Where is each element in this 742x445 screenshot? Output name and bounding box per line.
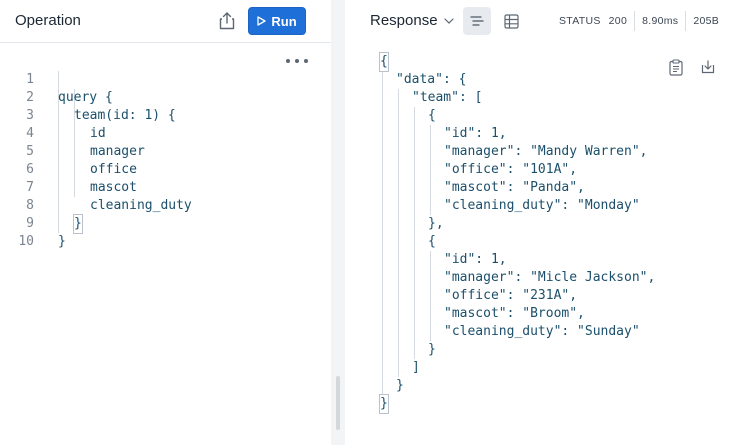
table-view-button[interactable] [497,7,525,35]
code-line: 8 } [0,179,331,234]
indent-guide [430,125,431,215]
code-line: 1 query { [0,53,331,105]
code-line: 10 [0,215,331,249]
share-button[interactable] [216,10,238,32]
status-code: 200 [608,15,628,27]
json-line: "office": "101A", [444,162,578,177]
json-line: "manager": "Mandy Warren", [444,144,648,159]
indent-guide [414,107,415,359]
code-line: 4 manager [0,107,331,159]
json-line: "team": [ [412,90,483,105]
json-line: "mascot": "Broom", [444,306,585,321]
table-icon [503,13,519,29]
run-button-label: Run [271,13,297,29]
response-time: 8.90ms [642,15,679,27]
response-pane: Response STATUS 200 8.90ms 205B {"data"… [345,0,742,445]
indent-guide [398,89,399,377]
operation-pane: Operation Run 1 query { 2 team(id: 1) {… [0,0,331,445]
download-button[interactable] [699,58,717,76]
json-line: { [379,52,389,72]
json-line: } [428,342,436,357]
text-align-icon [470,16,484,26]
json-line: "cleaning_duty": "Sunday" [444,324,640,339]
run-button[interactable]: Run [248,7,306,35]
operation-divider [0,42,331,43]
json-line: "cleaning_duty": "Monday" [444,198,640,213]
code-text: } [58,234,66,249]
json-line: "office": "231A", [444,288,578,303]
chevron-down-icon [443,17,454,24]
json-line: "id": 1, [444,252,507,267]
json-line: } [379,394,389,414]
json-view-button[interactable] [463,7,491,35]
code-line: 3 id [0,89,331,141]
json-line: "id": 1, [444,126,507,141]
code-line: 6 mascot [0,143,331,195]
response-size: 205B [693,15,720,27]
indent-guide [430,251,431,341]
download-icon [701,60,715,74]
response-header: Response STATUS 200 8.90ms 205B [345,0,742,42]
share-icon [219,12,235,30]
json-line: } [396,378,404,393]
json-line: { [428,234,436,249]
json-line: }, [428,216,444,231]
indent-guide [382,71,383,395]
code-line: 5 office [0,125,331,177]
response-dropdown[interactable]: Response [370,12,454,29]
play-icon [257,16,267,26]
splitter-handle[interactable] [336,376,340,430]
operation-header: Operation Run [0,0,331,42]
status-bar: STATUS 200 8.90ms 205B [559,11,720,31]
status-separator [634,11,636,31]
code-line: 9 } [0,197,331,249]
code-line: 2 team(id: 1) { [0,71,331,123]
json-line: ] [412,360,420,375]
clipboard-icon [669,58,683,76]
json-line: "manager": "Micle Jackson", [444,270,656,285]
line-number: 10 [18,234,34,249]
json-line: { [428,108,436,123]
status-label: STATUS [559,15,601,27]
operation-title: Operation [15,12,81,29]
response-title: Response [370,12,438,29]
json-line: "data": { [396,72,467,87]
code-line: 7 cleaning_duty [0,161,331,213]
copy-button[interactable] [667,58,685,76]
json-line: "mascot": "Panda", [444,180,585,195]
status-separator [685,11,687,31]
